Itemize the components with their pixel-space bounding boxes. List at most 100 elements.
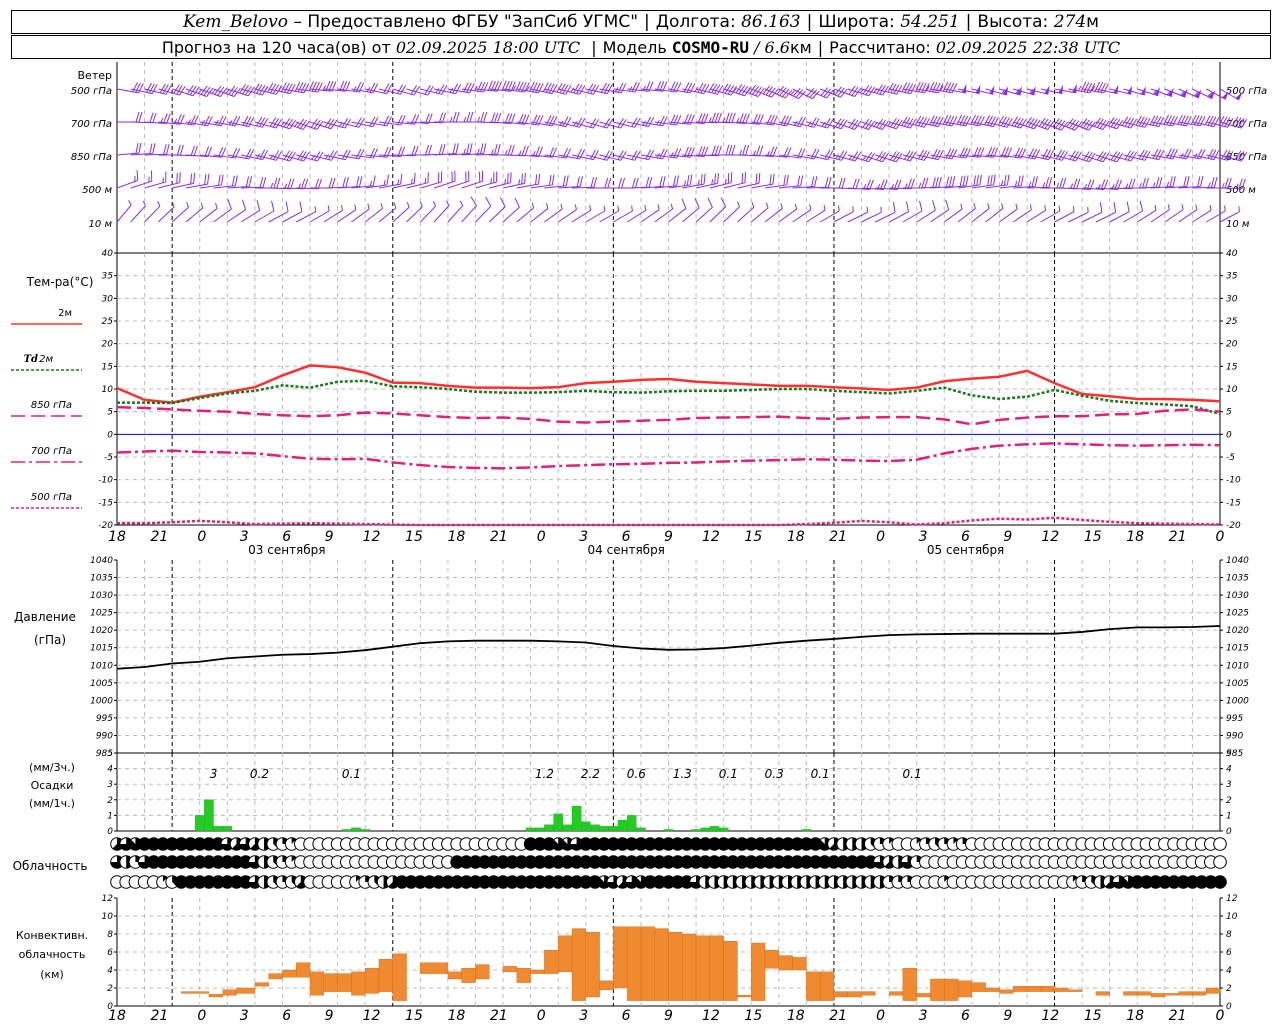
y-tick-label-right: 1015 bbox=[1226, 644, 1249, 654]
barb-full bbox=[1139, 200, 1144, 212]
barb-staff bbox=[1012, 209, 1032, 223]
hour-label: 21 bbox=[829, 529, 847, 545]
conv-bar bbox=[999, 989, 1014, 994]
barb-full bbox=[559, 83, 566, 94]
y-tick-label-left: 3 bbox=[107, 780, 113, 790]
barb-half bbox=[128, 200, 132, 206]
barb-half bbox=[746, 88, 751, 93]
wind-barb bbox=[365, 115, 392, 127]
conv-bar bbox=[778, 955, 793, 971]
wind-barb bbox=[1123, 200, 1144, 223]
conv-bar bbox=[806, 971, 821, 1001]
wind-barb bbox=[640, 176, 666, 189]
conv-bar bbox=[599, 980, 614, 990]
wind-barb bbox=[199, 115, 227, 127]
hour-label: 12 bbox=[1041, 1008, 1059, 1024]
pressure-tick-left: 1035 bbox=[90, 574, 113, 584]
precip-bar bbox=[525, 827, 536, 832]
barb-full bbox=[345, 177, 349, 188]
barb-full bbox=[372, 175, 376, 186]
barb-staff bbox=[171, 206, 189, 223]
barb-full bbox=[1017, 175, 1021, 187]
barb-full bbox=[587, 83, 594, 94]
barb-full bbox=[165, 85, 172, 95]
barb-pennant bbox=[989, 85, 995, 95]
barb-full bbox=[1061, 151, 1068, 161]
barb-full bbox=[359, 176, 363, 187]
barb-full bbox=[256, 116, 263, 127]
barb-full bbox=[1072, 151, 1079, 161]
barb-full bbox=[267, 82, 274, 93]
barb-full bbox=[904, 117, 911, 127]
wind-barb bbox=[282, 150, 310, 162]
precip-title: Осадки bbox=[31, 779, 74, 792]
wind-barb bbox=[378, 202, 397, 223]
barb-half bbox=[367, 203, 370, 210]
barb-full bbox=[328, 150, 335, 160]
barb-full bbox=[565, 175, 569, 186]
barb-full bbox=[452, 143, 456, 154]
wind-barb bbox=[1164, 204, 1184, 223]
y-tick-label-right: 20 bbox=[1226, 340, 1238, 350]
barb-staff bbox=[185, 207, 204, 223]
conv-bar bbox=[585, 932, 600, 998]
conv-bar bbox=[930, 978, 945, 1001]
barb-full bbox=[893, 84, 900, 94]
wind-level-label-right: 700 гПа bbox=[1226, 119, 1267, 130]
barb-half bbox=[1000, 203, 1004, 209]
wind-barb bbox=[668, 198, 687, 223]
wind-barb bbox=[957, 203, 976, 223]
wind-barb bbox=[282, 178, 309, 190]
cloud-title: Облачность bbox=[13, 859, 88, 873]
wind-barb bbox=[1109, 201, 1130, 223]
barb-half bbox=[459, 200, 464, 206]
barb-full bbox=[935, 177, 939, 188]
barb-half bbox=[200, 202, 204, 209]
precip-bar bbox=[562, 824, 573, 832]
conv-bar bbox=[1095, 991, 1110, 996]
barb-full bbox=[1048, 177, 1053, 188]
wind-barb bbox=[792, 204, 812, 223]
wind-barb bbox=[351, 147, 378, 159]
barb-full bbox=[735, 84, 743, 94]
conv-bar bbox=[1040, 986, 1055, 992]
barb-staff bbox=[227, 209, 246, 223]
wind-barb bbox=[930, 114, 958, 127]
barb-full bbox=[269, 117, 277, 127]
y-tick-label-right: 8 bbox=[1226, 930, 1232, 940]
y-tick-label-right: 1040 bbox=[1226, 556, 1249, 566]
y-tick-label-right: 40 bbox=[1226, 249, 1238, 259]
barb-full bbox=[386, 174, 390, 186]
barb-full bbox=[1142, 177, 1146, 189]
wind-barb bbox=[434, 111, 460, 123]
barb-full bbox=[269, 83, 277, 94]
wind-barb bbox=[861, 84, 889, 96]
y-tick-label-right: 5 bbox=[1226, 749, 1232, 759]
hour-label: 12 bbox=[1041, 529, 1059, 545]
barb-full bbox=[727, 172, 730, 184]
wind-barb bbox=[944, 114, 972, 127]
barb-full bbox=[179, 144, 184, 156]
wind-barb bbox=[323, 149, 351, 161]
barb-full bbox=[645, 177, 650, 188]
conv-bar bbox=[957, 980, 973, 998]
day-label: 05 сентября bbox=[927, 543, 1004, 557]
wind-barb bbox=[461, 143, 487, 156]
hour-label: 18 bbox=[1126, 1008, 1144, 1024]
wind-barb bbox=[475, 196, 492, 223]
conv-bar bbox=[654, 928, 669, 1001]
barb-staff bbox=[199, 208, 218, 223]
barb-full bbox=[414, 145, 419, 156]
hour-label: 15 bbox=[405, 529, 423, 545]
wind-level-label-left: 500 м bbox=[82, 185, 112, 196]
barb-full bbox=[135, 111, 140, 123]
y-tick-label-left: 0 bbox=[107, 1002, 113, 1012]
barb-full bbox=[289, 152, 296, 162]
barb-half bbox=[866, 206, 869, 213]
conv-bar bbox=[392, 953, 407, 1001]
y-tick-label-right: 0 bbox=[1226, 827, 1232, 837]
barb-full bbox=[589, 84, 597, 94]
barb-half bbox=[314, 206, 317, 212]
wind-barb bbox=[889, 178, 915, 190]
conv-bar bbox=[764, 950, 780, 969]
